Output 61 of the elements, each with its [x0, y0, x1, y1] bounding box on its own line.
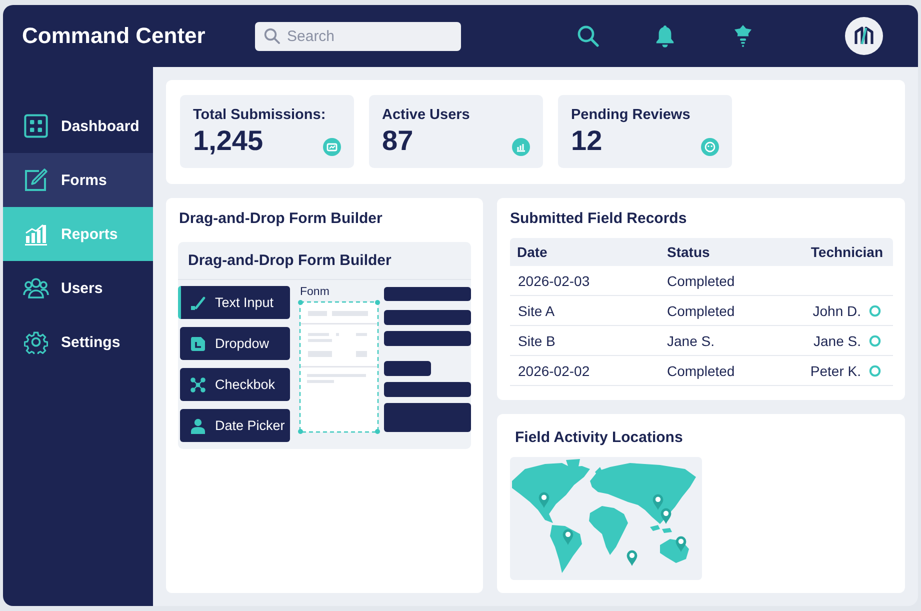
palette-item[interactable]: Dropdow: [180, 327, 290, 360]
table-cell-text: 2026-02-02: [517, 362, 591, 378]
stat-label: Pending Reviews: [571, 106, 692, 124]
map-pin-icon[interactable]: [676, 536, 686, 552]
settings-icon: [24, 330, 48, 354]
beacon-icon[interactable]: [733, 24, 753, 48]
app-title: Command Center: [22, 23, 206, 49]
table-cell-text: Completed: [667, 362, 736, 378]
sidebar-item[interactable]: Forms: [3, 153, 153, 207]
chart-badge-icon: [512, 138, 530, 156]
map-pin-icon[interactable]: [562, 529, 574, 545]
sidebar-item[interactable]: Dashboard: [3, 99, 153, 153]
status-ring-icon: [869, 334, 881, 346]
avatar-icon[interactable]: [845, 17, 883, 55]
stat-label: Total Submissions:: [193, 106, 327, 124]
canvas-label: Fonm: [299, 286, 330, 299]
stat-value: 87: [382, 124, 414, 158]
map-pin-icon[interactable]: [652, 494, 664, 510]
edit-icon: [24, 168, 48, 192]
connected-dots-icon: [190, 376, 206, 392]
map-pin-icon[interactable]: [538, 492, 550, 508]
table-cell-text: Site B: [517, 332, 556, 348]
table-cell: Jane S.: [814, 332, 861, 348]
smiley-badge-icon: [701, 138, 719, 156]
table-cell: John D.: [812, 302, 861, 318]
table-cell-text: Completed: [667, 272, 736, 288]
person-icon: [190, 418, 206, 434]
panel-title: Field Activity Locations: [514, 428, 684, 448]
column-header: Date: [516, 244, 548, 260]
table-cell-text: Jane S.: [667, 332, 716, 348]
map-pin-icon[interactable]: [626, 550, 638, 566]
panel-title: Submitted Field Records: [510, 209, 688, 229]
file-icon: [190, 336, 206, 352]
search-field[interactable]: Search: [255, 22, 461, 50]
bar-chart-icon: [24, 222, 48, 246]
status-ring-icon: [869, 304, 881, 316]
map-pin-icon[interactable]: [660, 508, 672, 524]
palette-item[interactable]: Date Picker: [180, 409, 290, 442]
table-cell-text: Completed: [667, 302, 736, 318]
panel-title: Drag-and-Drop Form Builder: [178, 209, 384, 229]
status-ring-icon: [869, 364, 881, 376]
column-header: Technician: [810, 244, 884, 260]
search-icon[interactable]: [577, 25, 599, 47]
table-cell: Peter K.: [810, 362, 861, 378]
palette-item[interactable]: Text Input: [178, 286, 290, 319]
search-icon: [264, 28, 280, 44]
builder-title: Drag-and-Drop Form Builder: [178, 242, 471, 280]
monitor-badge-icon: [323, 138, 341, 156]
sidebar-item[interactable]: Settings: [3, 315, 153, 369]
dashboard-grid-icon: [24, 114, 48, 138]
users-icon: [23, 277, 49, 299]
table-cell-text: 2026-02-03: [517, 272, 591, 288]
stat-value: 1,245: [193, 124, 264, 158]
column-header: Status: [667, 244, 711, 260]
palette-item[interactable]: Checkbok: [180, 368, 290, 401]
bell-icon[interactable]: [655, 24, 675, 48]
pencil-icon: [190, 294, 206, 310]
table-cell-text: Site A: [517, 302, 556, 318]
sidebar-item[interactable]: Users: [3, 261, 153, 315]
stat-value: 12: [571, 124, 602, 158]
stat-label: Active Users: [382, 106, 471, 124]
